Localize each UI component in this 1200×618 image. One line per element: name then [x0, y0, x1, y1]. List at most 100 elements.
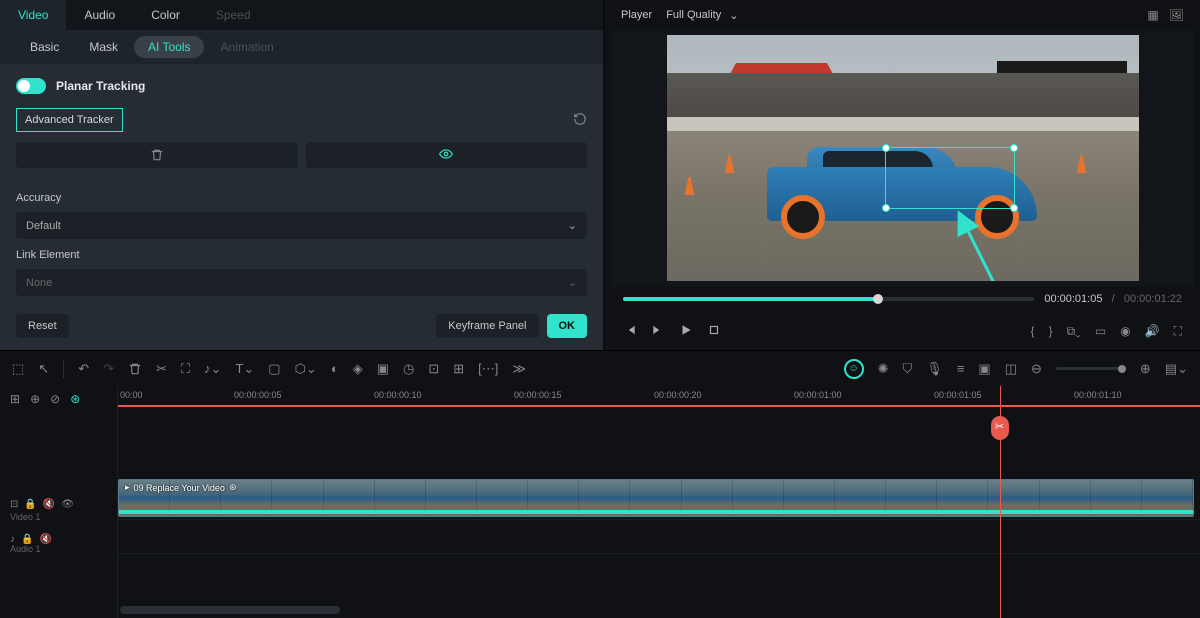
stop-button[interactable]	[707, 323, 721, 340]
subtab-animation[interactable]: Animation	[206, 36, 287, 58]
compare-icon[interactable]: ⧉⌄	[1067, 324, 1081, 339]
volume-icon[interactable]: 🔊	[1145, 324, 1160, 338]
handle-br[interactable]	[1010, 204, 1018, 212]
planar-tracking-label: Planar Tracking	[56, 79, 145, 93]
timeline-toolbar: ⬚ ↖ ↶ ↷ ✂ ⛶ ♪⌄ T⌄ ▢ ⬡⌄ ◐ ◈ ▣ ◷ ⊡ ⊞ [⋯] ≫…	[0, 350, 1200, 386]
split-icon[interactable]: ✂	[156, 361, 167, 377]
scrubber[interactable]	[623, 297, 1034, 301]
handle-bl[interactable]	[882, 204, 890, 212]
prev-frame-button[interactable]	[623, 323, 637, 340]
clip-fx-icon: ⊛	[229, 482, 237, 493]
planar-tracking-toggle[interactable]	[16, 78, 46, 94]
subtab-basic[interactable]: Basic	[16, 36, 73, 58]
link-icon[interactable]: ⊘	[50, 392, 60, 406]
mixer-icon[interactable]: ≡	[957, 361, 965, 376]
redo-icon[interactable]: ↷	[103, 361, 114, 377]
ai-assistant-icon[interactable]: ☺	[844, 359, 864, 379]
mute-icon[interactable]: 🔇	[43, 499, 55, 510]
marker-icon[interactable]: ⊡	[428, 361, 439, 377]
quality-select[interactable]: Full Quality ⌄	[666, 9, 738, 22]
add-track-icon[interactable]: ⊕	[30, 392, 40, 406]
text-icon[interactable]: T⌄	[235, 361, 254, 377]
reset-tracker-icon[interactable]	[573, 112, 587, 129]
mark-out-icon[interactable]: }	[1049, 324, 1053, 338]
video-track-icon[interactable]: ⊡	[10, 499, 18, 510]
keyframe-panel-button[interactable]: Keyframe Panel	[436, 314, 538, 338]
link-element-label: Link Element	[16, 249, 587, 261]
playhead-scissors-icon: ✂	[995, 420, 1004, 433]
timeline-mode-icon[interactable]: ⊞	[10, 392, 20, 406]
delete-tracker-button[interactable]	[16, 142, 298, 168]
ruler-t5: 00:00:01:00	[794, 390, 842, 400]
tab-speed[interactable]: Speed	[198, 0, 269, 30]
frame-icon[interactable]: ◫	[1005, 361, 1017, 377]
ruler-t6: 00:00:01:05	[934, 390, 982, 400]
handle-tl[interactable]	[882, 144, 890, 152]
ok-button[interactable]: OK	[547, 314, 588, 338]
subtab-mask[interactable]: Mask	[75, 36, 132, 58]
audio-track-row[interactable]	[118, 520, 1200, 554]
display-icon[interactable]: ▭	[1095, 324, 1106, 338]
horizontal-scrollbar[interactable]	[118, 606, 1200, 614]
timeline-area[interactable]: 00:00 00:00:00:05 00:00:00:10 00:00:00:1…	[118, 386, 1200, 618]
mic-icon[interactable]: 🎙	[926, 361, 943, 377]
lock-icon[interactable]: 🔒	[21, 534, 33, 545]
quality-value: Full Quality	[666, 9, 721, 21]
clip-icon: ▸	[125, 482, 130, 493]
shield-icon[interactable]: ⛉	[903, 361, 913, 377]
toggle-visibility-button[interactable]	[306, 142, 588, 168]
visibility-icon[interactable]: 👁	[61, 499, 74, 510]
lock-icon[interactable]: 🔒	[24, 499, 36, 510]
zoom-slider[interactable]	[1056, 367, 1126, 370]
handle-tr[interactable]	[1010, 144, 1018, 152]
settings-icon[interactable]: ✺	[878, 361, 889, 377]
scrubber-thumb[interactable]	[873, 294, 883, 304]
track-icon[interactable]: ⊞	[453, 361, 464, 377]
tab-color[interactable]: Color	[133, 0, 198, 30]
playhead[interactable]: ✂	[1000, 386, 1001, 618]
reset-button[interactable]: Reset	[16, 314, 69, 338]
zoom-in-icon[interactable]: ⊕	[1140, 361, 1151, 377]
play-button[interactable]	[679, 323, 693, 340]
music-icon[interactable]: ♪⌄	[204, 361, 221, 377]
more-icon[interactable]: ≫	[512, 361, 526, 377]
snapshot-icon[interactable]: ◉	[1120, 324, 1130, 338]
link-element-value: None	[26, 277, 52, 289]
delete-icon[interactable]	[128, 362, 142, 376]
fullscreen-icon[interactable]: ⛶	[1174, 324, 1182, 339]
color-icon[interactable]: ◐	[331, 361, 339, 376]
keyframe-icon[interactable]: ◈	[353, 361, 363, 377]
effects-icon[interactable]: ⬡⌄	[295, 361, 317, 377]
link-element-select[interactable]: None ⌄	[16, 269, 587, 296]
undo-icon[interactable]: ↶	[78, 361, 89, 377]
video-track-name: Video 1	[0, 512, 117, 522]
mark-in-icon[interactable]: {	[1031, 324, 1035, 338]
magnet-icon[interactable]: ⊛	[70, 392, 80, 406]
track-labels: ⊞ ⊕ ⊘ ⊛ ⊡ 🔒 🔇 👁 Video 1 ♪ 🔒 🔇	[0, 386, 118, 618]
next-frame-button[interactable]	[651, 323, 665, 340]
zoom-out-icon[interactable]: ⊖	[1031, 361, 1042, 377]
mute-icon[interactable]: 🔇	[39, 534, 51, 545]
arrow-tool-icon[interactable]: ↖	[38, 361, 49, 377]
grid-icon[interactable]: ▦	[1147, 8, 1158, 22]
tab-video[interactable]: Video	[0, 0, 66, 30]
player-title: Player	[621, 9, 652, 21]
timeline-ruler[interactable]: 00:00 00:00:00:05 00:00:00:10 00:00:00:1…	[118, 386, 1200, 406]
speed-icon[interactable]: ◷	[403, 361, 414, 377]
picture-icon[interactable]: ▣	[978, 361, 990, 377]
accuracy-select[interactable]: Default ⌄	[16, 212, 587, 239]
tab-audio[interactable]: Audio	[66, 0, 133, 30]
view-options-icon[interactable]: ▤⌄	[1165, 361, 1188, 377]
image-icon[interactable]: 🖼	[1169, 8, 1184, 22]
shape-icon[interactable]: ▢	[268, 361, 280, 377]
selection-tool-icon[interactable]: ⬚	[12, 361, 24, 377]
crop-icon[interactable]: ⛶	[181, 361, 190, 377]
subtab-ai-tools[interactable]: AI Tools	[134, 36, 204, 58]
range-icon[interactable]: [⋯]	[478, 361, 498, 377]
mask-tool-icon[interactable]: ▣	[377, 361, 389, 377]
tracking-box[interactable]	[885, 147, 1015, 209]
video-preview[interactable]	[611, 30, 1194, 286]
audio-track-icon[interactable]: ♪	[10, 534, 15, 545]
video-clip[interactable]: ▸ 09 Replace Your Video ⊛	[118, 479, 1194, 517]
video-track-row[interactable]: ▸ 09 Replace Your Video ⊛	[118, 476, 1200, 520]
